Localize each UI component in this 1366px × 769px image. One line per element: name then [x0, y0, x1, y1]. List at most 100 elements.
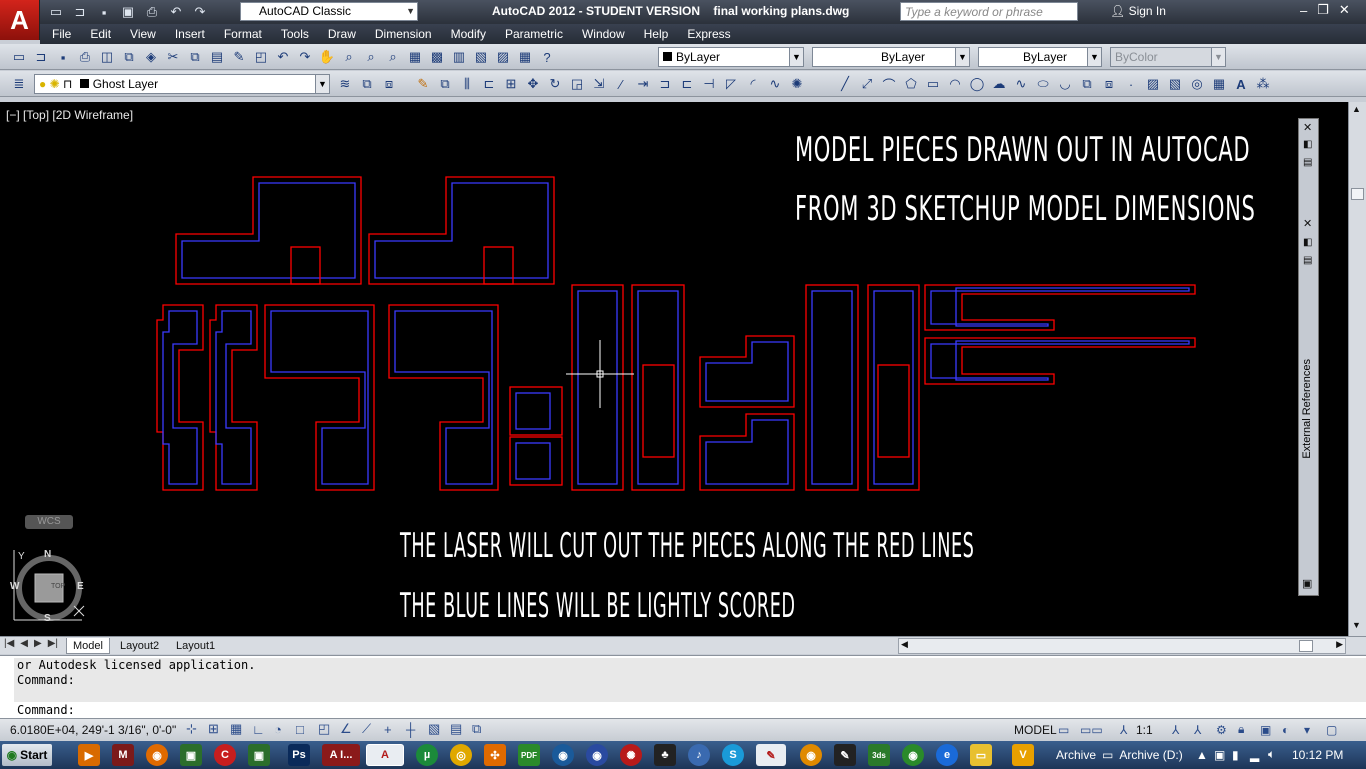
- save-as-icon[interactable]: ▣: [118, 3, 138, 21]
- infer-constraints-icon[interactable]: ⊹: [186, 721, 208, 737]
- polar-tracking-icon[interactable]: ◔: [274, 722, 296, 737]
- pdf-icon[interactable]: PDF: [518, 744, 540, 766]
- make-block-icon[interactable]: ⧈: [1098, 74, 1120, 94]
- autocad-taskbar-button[interactable]: A I...: [322, 744, 360, 766]
- app-icon[interactable]: 3ds: [868, 744, 890, 766]
- redo-icon[interactable]: ↷: [294, 47, 316, 67]
- autohide-icon[interactable]: ◧: [1303, 237, 1312, 248]
- skype-icon[interactable]: S: [722, 744, 744, 766]
- app-icon[interactable]: ✺: [620, 744, 642, 766]
- viewcube-top-face[interactable]: TOP: [51, 583, 65, 590]
- autocad-active-taskbar-button[interactable]: A: [366, 744, 404, 766]
- workspace-switching-icon[interactable]: ⚙: [1216, 723, 1238, 737]
- piece-tall-panel-3[interactable]: [805, 284, 859, 491]
- pan-icon[interactable]: ✋: [316, 47, 338, 67]
- new-icon[interactable]: ▭: [46, 3, 66, 21]
- signal-icon[interactable]: ▂: [1250, 748, 1268, 762]
- circle-icon[interactable]: ◯: [966, 74, 988, 94]
- line-icon[interactable]: ╱: [834, 74, 856, 94]
- revision-cloud-icon[interactable]: ☁: [988, 74, 1010, 94]
- save-icon[interactable]: ▪: [52, 47, 74, 67]
- piece-tall-panel-4[interactable]: [867, 284, 920, 491]
- undo-icon[interactable]: ↶: [272, 47, 294, 67]
- app-icon[interactable]: ◎: [450, 744, 472, 766]
- erase-icon[interactable]: ✎: [412, 74, 434, 94]
- viewcube-west[interactable]: W: [10, 581, 19, 592]
- construction-line-icon[interactable]: ⤢: [856, 74, 878, 94]
- app-icon[interactable]: ◉: [552, 744, 574, 766]
- app-icon[interactable]: ♣: [654, 744, 676, 766]
- close-icon[interactable]: ✕: [1303, 217, 1312, 230]
- clean-screen-icon[interactable]: ▢: [1326, 723, 1348, 737]
- undo-icon[interactable]: ↶: [166, 3, 186, 21]
- plot-preview-icon[interactable]: ◫: [96, 47, 118, 67]
- piece-left-bracket-2[interactable]: [209, 304, 258, 491]
- trim-icon[interactable]: ⁄: [610, 74, 632, 94]
- first-tab-icon[interactable]: |◀: [4, 638, 14, 649]
- piece-tall-panel-2[interactable]: [631, 284, 685, 491]
- prev-tab-icon[interactable]: ◀: [20, 638, 28, 649]
- piece-tall-panel-1[interactable]: [571, 284, 624, 491]
- mirror-icon[interactable]: ⫼: [456, 74, 478, 94]
- menu-file[interactable]: File: [52, 27, 71, 41]
- stretch-icon[interactable]: ⇲: [588, 74, 610, 94]
- new-icon[interactable]: ▭: [8, 47, 30, 67]
- horizontal-scrollbar[interactable]: ◀ ▶: [898, 638, 1346, 654]
- menu-dimension[interactable]: Dimension: [375, 27, 432, 41]
- lineweight-icon[interactable]: ┼: [406, 722, 428, 737]
- tool-palettes-icon[interactable]: ▥: [448, 47, 470, 67]
- piece-left-bracket-1[interactable]: [156, 304, 204, 491]
- zoom-realtime-icon[interactable]: ⌕: [338, 47, 360, 67]
- chrome-icon[interactable]: ◉: [902, 744, 924, 766]
- table-icon[interactable]: ▦: [1208, 74, 1230, 94]
- cut-icon[interactable]: ✂: [162, 47, 184, 67]
- fillet-icon[interactable]: ◜: [742, 74, 764, 94]
- object-snap-icon[interactable]: □: [296, 722, 318, 737]
- scroll-down-icon[interactable]: ▼: [1352, 620, 1361, 630]
- extend-icon[interactable]: ⇥: [632, 74, 654, 94]
- app-icon[interactable]: ▣: [180, 744, 202, 766]
- scale-icon[interactable]: ◲: [566, 74, 588, 94]
- object-snap-tracking-icon[interactable]: ∠: [340, 721, 362, 737]
- join-icon[interactable]: ⊣: [698, 74, 720, 94]
- hatch-icon[interactable]: ▨: [1142, 74, 1164, 94]
- paste-icon[interactable]: ▤: [206, 47, 228, 67]
- break-icon[interactable]: ⊐: [654, 74, 676, 94]
- internet-explorer-icon[interactable]: e: [936, 744, 958, 766]
- add-selected-icon[interactable]: ⁂: [1252, 74, 1274, 94]
- vertical-scrollbar[interactable]: ▲ ▼: [1348, 102, 1366, 636]
- block-editor-icon[interactable]: ◰: [250, 47, 272, 67]
- make-current-layer-icon[interactable]: ≋: [334, 74, 356, 94]
- folder-icon[interactable]: ▭: [970, 744, 992, 766]
- dynamic-input-icon[interactable]: +: [384, 722, 406, 737]
- app-icon[interactable]: ✎: [834, 744, 856, 766]
- ellipse-icon[interactable]: ⬭: [1032, 74, 1054, 94]
- menu-express[interactable]: Express: [687, 27, 730, 41]
- scroll-up-icon[interactable]: ▲: [1352, 104, 1361, 114]
- sheet-set-icon[interactable]: ▧: [470, 47, 492, 67]
- close-icon[interactable]: ✕: [1303, 121, 1312, 134]
- command-input[interactable]: Command:: [14, 703, 75, 717]
- menu-window[interactable]: Window: [582, 27, 625, 41]
- lineweight-select[interactable]: ByLayer ▼: [978, 47, 1102, 67]
- linetype-select[interactable]: ByLayer ▼: [812, 47, 970, 67]
- save-icon[interactable]: ▪: [94, 3, 114, 21]
- toolbar-lock-icon[interactable]: 🔒︎: [1238, 722, 1260, 737]
- scroll-thumb[interactable]: [1351, 188, 1364, 200]
- menu-parametric[interactable]: Parametric: [505, 27, 563, 41]
- piece-small-boxes[interactable]: [509, 386, 563, 486]
- quick-view-drawings-icon[interactable]: ▭▭: [1080, 723, 1120, 737]
- firefox-icon[interactable]: ◉: [146, 744, 168, 766]
- workspace-select[interactable]: AutoCAD Classic ▼: [240, 2, 418, 21]
- app-icon[interactable]: ▣: [248, 744, 270, 766]
- status-menu-icon[interactable]: ▾: [1304, 723, 1326, 737]
- itunes-icon[interactable]: ♪: [688, 744, 710, 766]
- piece-step-1[interactable]: [699, 335, 795, 408]
- properties-icon[interactable]: ▤: [1303, 255, 1312, 266]
- piece-long-arm-2[interactable]: [924, 337, 1196, 385]
- layer-state-icon[interactable]: ⧈: [378, 74, 400, 94]
- piece-e-shape-1[interactable]: [264, 304, 375, 491]
- utorrent-icon[interactable]: µ: [416, 744, 438, 766]
- layer-select[interactable]: ● ✺ ⊓ Ghost Layer ▼: [34, 74, 330, 94]
- app-icon[interactable]: ✎: [756, 744, 786, 766]
